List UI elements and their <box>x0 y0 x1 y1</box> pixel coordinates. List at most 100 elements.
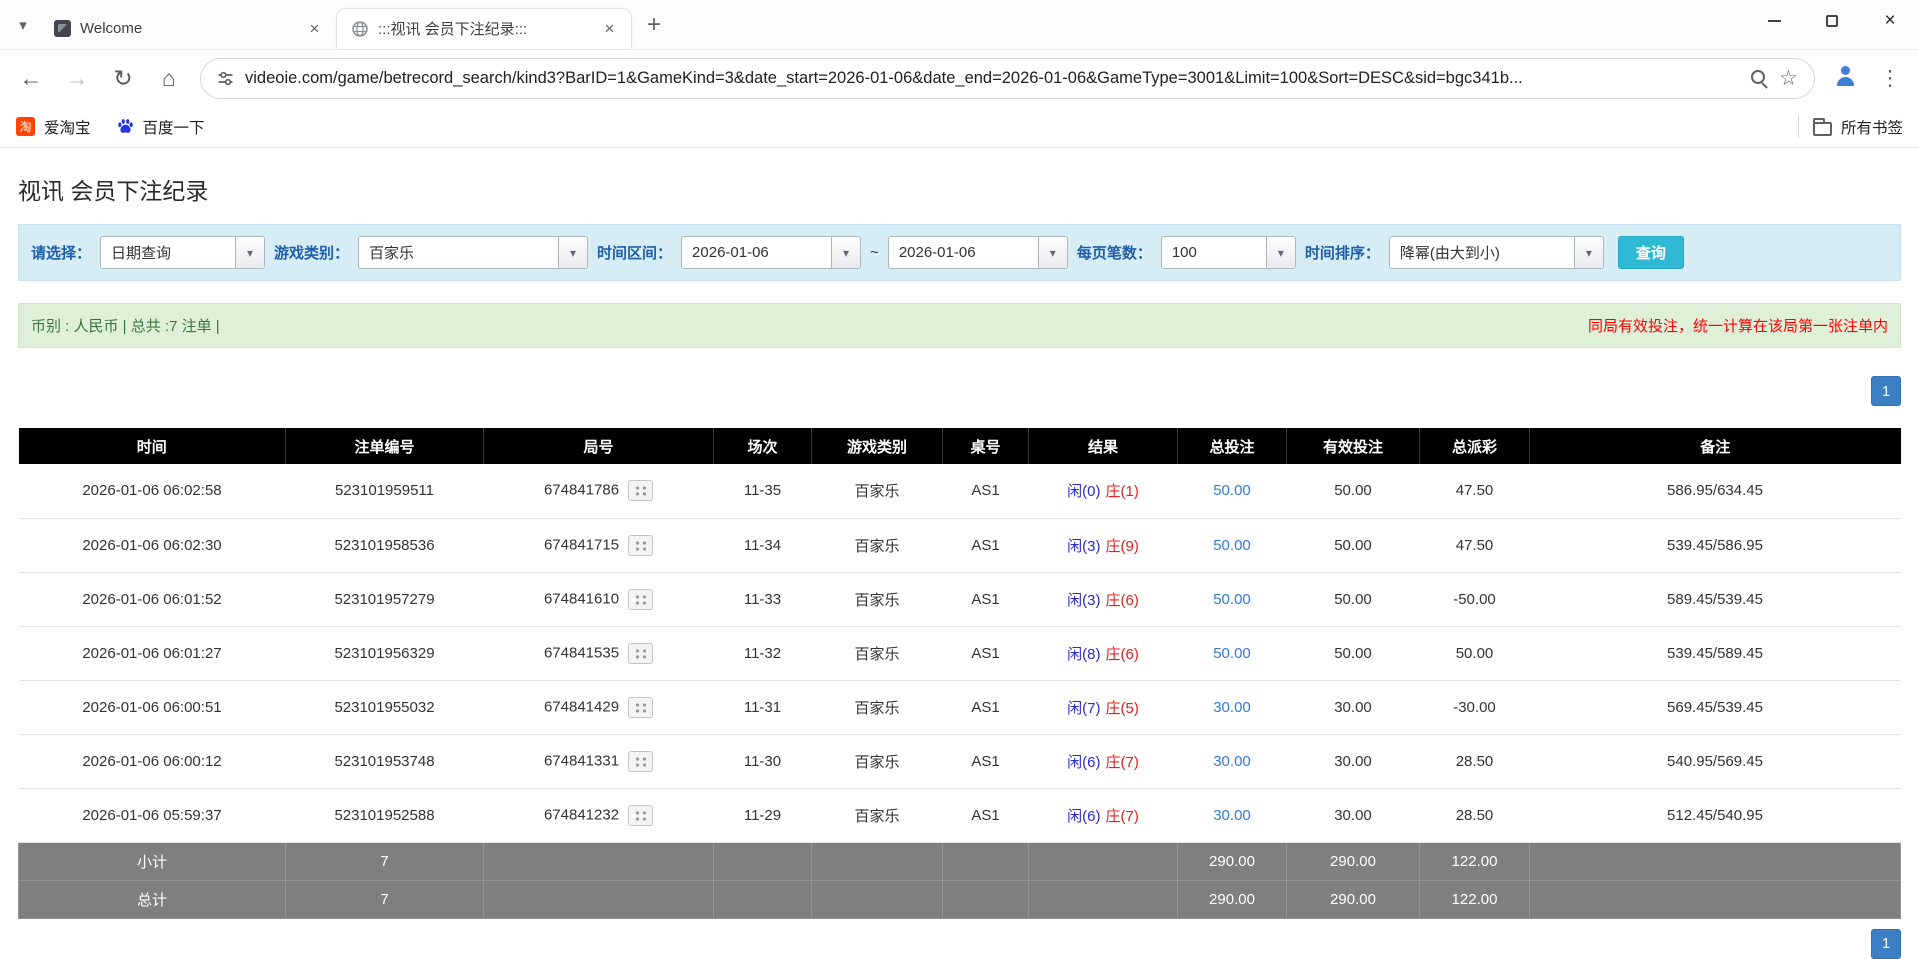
table-number-cell: AS1 <box>943 464 1029 518</box>
total-bet-link[interactable]: 50.00 <box>1213 645 1251 662</box>
note-cell: 539.45/586.95 <box>1530 518 1901 572</box>
total-bet-link[interactable]: 50.00 <box>1213 591 1251 608</box>
chevron-down-icon[interactable]: ▾ <box>831 237 860 268</box>
round-result-icon[interactable] <box>628 805 653 826</box>
session-cell: 11-31 <box>714 680 812 734</box>
bet-id-cell: 523101955032 <box>286 680 484 734</box>
date-start-input[interactable]: 2026-01-06 ▾ <box>681 236 861 269</box>
round-result-icon[interactable] <box>628 589 653 610</box>
subtotal-valid-bet: 290.00 <box>1287 842 1420 880</box>
payout-cell: 28.50 <box>1420 734 1530 788</box>
profile-button[interactable] <box>1825 57 1867 99</box>
result-player: 闲(3) <box>1067 538 1100 555</box>
bookmark-baidu[interactable]: 百度一下 <box>117 116 205 138</box>
game-kind-cell: 百家乐 <box>812 788 943 842</box>
round-result-icon[interactable] <box>628 480 653 501</box>
game-kind-select[interactable]: 百家乐 ▾ <box>358 236 588 269</box>
valid-bet-cell: 30.00 <box>1287 734 1420 788</box>
chevron-down-icon[interactable]: ▾ <box>1574 237 1603 268</box>
round-result-icon[interactable] <box>628 643 653 664</box>
close-window-button[interactable]: × <box>1861 0 1919 42</box>
chevron-down-icon[interactable]: ▾ <box>1038 237 1067 268</box>
total-bet-link[interactable]: 50.00 <box>1213 537 1251 554</box>
new-tab-button[interactable]: + <box>636 7 672 43</box>
total-bet-link[interactable]: 50.00 <box>1213 482 1251 499</box>
result-cell: 闲(0)庄(1) <box>1029 464 1178 518</box>
session-cell: 11-35 <box>714 464 812 518</box>
chevron-down-icon[interactable]: ▾ <box>1266 237 1295 268</box>
query-type-select[interactable]: 日期查询 ▾ <box>100 236 265 269</box>
column-header: 有效投注 <box>1287 428 1420 464</box>
forward-button[interactable]: → <box>56 57 98 99</box>
result-player: 闲(6) <box>1067 808 1100 825</box>
empty-cell <box>943 880 1029 918</box>
page-1-button[interactable]: 1 <box>1871 376 1901 406</box>
note-cell: 589.45/539.45 <box>1530 572 1901 626</box>
taobao-icon: 淘 <box>16 117 35 136</box>
total-bet-link[interactable]: 30.00 <box>1213 753 1251 770</box>
table-number-cell: AS1 <box>943 518 1029 572</box>
sort-select[interactable]: 降幂(由大到小) ▾ <box>1389 236 1604 269</box>
session-cell: 11-34 <box>714 518 812 572</box>
per-page-value: 100 <box>1162 237 1266 268</box>
round-number: 674841232 <box>544 806 619 823</box>
payout-cell: -50.00 <box>1420 572 1530 626</box>
chevron-down-icon[interactable]: ▾ <box>235 237 264 268</box>
total-bet-link[interactable]: 30.00 <box>1213 699 1251 716</box>
bet-id-cell: 523101959511 <box>286 464 484 518</box>
result-banker: 庄(9) <box>1106 538 1139 555</box>
round-result-icon[interactable] <box>628 535 653 556</box>
table-body: 2026-01-06 06:02:58523101959511674841786… <box>19 464 1901 842</box>
result-banker: 庄(7) <box>1106 754 1139 771</box>
round-result-icon[interactable] <box>628 751 653 772</box>
total-bet-cell: 30.00 <box>1178 734 1287 788</box>
tab-betrecord[interactable]: :::视讯 会员下注纪录::: × <box>336 8 632 49</box>
total-count: 7 <box>286 880 484 918</box>
subtotal-count: 7 <box>286 842 484 880</box>
tab-search-button[interactable]: ▾ <box>6 8 40 42</box>
valid-bet-cell: 50.00 <box>1287 464 1420 518</box>
subtotal-label: 小计 <box>19 842 286 880</box>
tab-close-icon[interactable]: × <box>598 17 621 40</box>
bookmark-star-icon[interactable]: ☆ <box>1779 68 1798 89</box>
maximize-button[interactable] <box>1803 0 1861 42</box>
bookmarks-right: 所有书签 <box>1798 115 1903 138</box>
column-header: 备注 <box>1530 428 1901 464</box>
home-button[interactable]: ⌂ <box>148 57 190 99</box>
notice-text: 同局有效投注，统一计算在该局第一张注单内 <box>1588 315 1888 336</box>
tab-close-icon[interactable]: × <box>303 17 326 40</box>
address-bar[interactable]: videoie.com/game/betrecord_search/kind3?… <box>200 58 1815 99</box>
bet-time-cell: 2026-01-06 05:59:37 <box>19 788 286 842</box>
date-end-input[interactable]: 2026-01-06 ▾ <box>888 236 1068 269</box>
game-kind-cell: 百家乐 <box>812 680 943 734</box>
all-bookmarks-button[interactable]: 所有书签 <box>1813 116 1903 138</box>
total-bet-cell: 50.00 <box>1178 464 1287 518</box>
per-page-select[interactable]: 100 ▾ <box>1161 236 1296 269</box>
empty-cell <box>714 842 812 880</box>
minimize-button[interactable] <box>1745 0 1803 42</box>
date-separator: ~ <box>870 244 879 261</box>
note-cell: 539.45/589.45 <box>1530 626 1901 680</box>
empty-cell <box>714 880 812 918</box>
bookmark-aitaobao[interactable]: 淘 爱淘宝 <box>16 116 91 138</box>
tab-welcome[interactable]: Welcome × <box>40 8 336 49</box>
refresh-button[interactable]: ↻ <box>102 57 144 99</box>
round-number: 674841429 <box>544 698 619 715</box>
back-button[interactable]: ← <box>10 57 52 99</box>
session-cell: 11-32 <box>714 626 812 680</box>
page-1-button[interactable]: 1 <box>1871 929 1901 959</box>
round-result-icon[interactable] <box>628 697 653 718</box>
site-info-icon[interactable] <box>217 70 234 87</box>
payout-cell: 47.50 <box>1420 464 1530 518</box>
zoom-icon[interactable] <box>1750 69 1768 87</box>
round-number: 674841610 <box>544 590 619 607</box>
valid-bet-cell: 30.00 <box>1287 680 1420 734</box>
browser-menu-button[interactable]: ⋮ <box>1871 57 1909 99</box>
filter-bar: 请选择： 日期查询 ▾ 游戏类别： 百家乐 ▾ 时间区间： 2026-01-06… <box>18 224 1901 281</box>
url-text[interactable]: videoie.com/game/betrecord_search/kind3?… <box>245 69 1739 88</box>
total-bet-link[interactable]: 30.00 <box>1213 807 1251 824</box>
chevron-down-icon[interactable]: ▾ <box>558 237 587 268</box>
tab-title: Welcome <box>80 20 294 37</box>
total-bet-cell: 50.00 <box>1178 572 1287 626</box>
search-button[interactable]: 查询 <box>1618 236 1684 269</box>
